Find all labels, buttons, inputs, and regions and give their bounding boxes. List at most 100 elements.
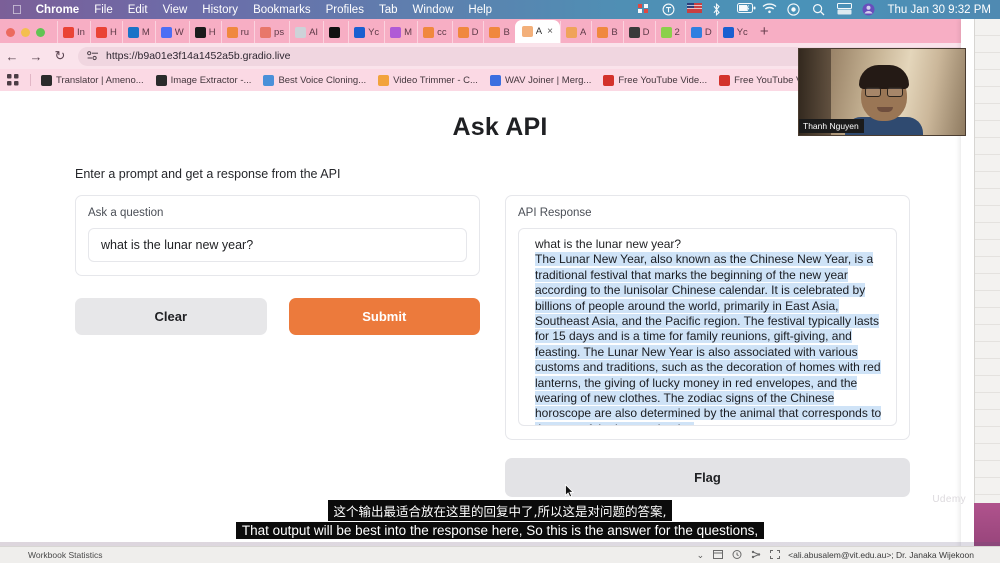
browser-tab[interactable]: [323, 21, 348, 43]
tab-label: 2: [674, 26, 680, 38]
api-response-panel: API Response what is the lunar new year?…: [505, 195, 910, 440]
tab-label: M: [404, 26, 413, 38]
browser-tab[interactable]: AI: [289, 21, 323, 43]
workbook-statistics-label[interactable]: Workbook Statistics: [28, 550, 102, 560]
bookmark-item[interactable]: Free YouTube Vide...: [597, 74, 713, 86]
browser-tab[interactable]: M: [121, 21, 155, 43]
menu-item-history[interactable]: History: [202, 4, 238, 16]
browser-tab[interactable]: B: [591, 21, 622, 43]
browser-tab[interactable]: W: [154, 21, 189, 43]
clear-button[interactable]: Clear: [75, 298, 267, 335]
subtitle-overlay: 这个输出最适合放在这里的回复中了,所以这是对问题的答案, That output…: [0, 500, 1000, 540]
tabs-container[interactable]: In H M W Hru ps AI Yc Mcc D B A × A B D 2 D Yc +: [57, 19, 972, 43]
tab-favicon-icon: [226, 26, 238, 38]
browser-tab[interactable]: H: [89, 21, 122, 43]
browser-tab[interactable]: Yc: [716, 21, 753, 43]
status-bar-view-icons: ⌄: [697, 549, 781, 561]
tab-label: M: [141, 26, 150, 38]
close-window-button[interactable]: [6, 28, 15, 37]
menu-item-profiles[interactable]: Profiles: [326, 4, 364, 16]
tab-favicon-icon: [660, 26, 672, 38]
menu-item-view[interactable]: View: [163, 4, 188, 16]
url-text[interactable]: https://b9a01e3f14a1452a5b.gradio.live: [106, 50, 290, 62]
tab-favicon-icon: [194, 26, 206, 38]
browser-tab[interactable]: B: [483, 21, 514, 43]
grid-red-icon[interactable]: [637, 3, 651, 16]
menu-item-help[interactable]: Help: [468, 4, 492, 16]
fullscreen-icon[interactable]: [770, 549, 781, 561]
browser-tab[interactable]: D: [684, 21, 717, 43]
flag-icon[interactable]: [687, 3, 703, 16]
browser-tab[interactable]: D: [622, 21, 655, 43]
menu-item-window[interactable]: Window: [413, 4, 454, 16]
browser-tab[interactable]: D: [451, 21, 484, 43]
back-button[interactable]: ←: [0, 49, 24, 64]
menu-bar-status-items: Thu Jan 30 9:32 PM: [637, 2, 991, 17]
wifi-icon[interactable]: [762, 3, 777, 16]
tab-label: AI: [309, 26, 319, 38]
control-center-icon[interactable]: [787, 3, 801, 16]
tab-label: A: [579, 26, 587, 38]
circle-t-icon[interactable]: [662, 3, 676, 16]
site-settings-icon[interactable]: [87, 50, 99, 62]
browser-tab[interactable]: In: [57, 21, 90, 43]
apple-icon[interactable]: : [12, 3, 22, 16]
normal-view-icon[interactable]: [713, 549, 724, 561]
tab-label: H: [208, 26, 216, 38]
tab-favicon-icon: [457, 26, 469, 38]
bookmark-item[interactable]: Translator | Ameno...: [35, 74, 150, 86]
menu-item-edit[interactable]: Edit: [128, 4, 148, 16]
input-column: Ask a question what is the lunar new yea…: [75, 195, 480, 335]
battery-icon[interactable]: [737, 3, 756, 16]
webcam-name-label: Thanh Nguyen: [799, 119, 864, 133]
bookmark-item[interactable]: WAV Joiner | Merg...: [484, 74, 597, 86]
forward-button[interactable]: →: [24, 49, 48, 64]
question-input[interactable]: what is the lunar new year?: [88, 228, 467, 262]
bookmark-label: WAV Joiner | Merg...: [504, 74, 592, 86]
bookmark-item[interactable]: Best Voice Cloning...: [257, 74, 372, 86]
menu-item-file[interactable]: File: [94, 4, 113, 16]
bluetooth-icon[interactable]: [712, 2, 726, 17]
tab-favicon-icon: [597, 26, 609, 38]
apps-grid-icon[interactable]: [0, 74, 26, 86]
browser-tab[interactable]: 2: [654, 21, 685, 43]
browser-tab-active[interactable]: A ×: [514, 20, 560, 43]
bookmark-item[interactable]: Image Extractor -...: [150, 74, 258, 86]
browser-tab[interactable]: A: [559, 21, 591, 43]
submit-button[interactable]: Submit: [288, 298, 480, 335]
reload-button[interactable]: ↻: [48, 48, 72, 64]
maximize-window-button[interactable]: [36, 28, 45, 37]
browser-tab[interactable]: cc: [417, 21, 452, 43]
tab-favicon-icon: [423, 26, 435, 38]
page-layout-icon[interactable]: [732, 549, 742, 561]
macos-menu-bar:  Chrome File Edit View History Bookmark…: [0, 0, 1000, 19]
bookmark-item[interactable]: Video Trimmer - C...: [372, 74, 484, 86]
new-tab-button[interactable]: +: [753, 23, 776, 43]
webcam-overlay[interactable]: Thanh Nguyen: [798, 48, 966, 136]
user-icon[interactable]: [862, 3, 876, 16]
bookmarks-container: Translator | Ameno... Image Extractor -..…: [35, 74, 829, 86]
tab-label: In: [77, 26, 85, 38]
chevron-down-icon[interactable]: ⌄: [697, 550, 705, 561]
browser-tab[interactable]: ru: [220, 21, 254, 43]
webcam-person-hair: [859, 65, 909, 89]
page-break-icon[interactable]: [751, 550, 761, 561]
tab-label: D: [704, 26, 712, 38]
tab-label: W: [174, 26, 184, 38]
browser-tab[interactable]: Yc: [348, 21, 384, 43]
bookmark-label: Image Extractor -...: [170, 74, 252, 86]
menu-item-chrome[interactable]: Chrome: [36, 4, 79, 16]
api-response-text[interactable]: what is the lunar new year? The Lunar Ne…: [518, 228, 897, 426]
search-icon[interactable]: [812, 3, 826, 16]
minimize-window-button[interactable]: [21, 28, 30, 37]
menu-item-tab[interactable]: Tab: [379, 4, 398, 16]
display-icon[interactable]: [837, 3, 853, 16]
window-traffic-lights[interactable]: [6, 28, 45, 43]
tab-close-icon[interactable]: ×: [547, 26, 553, 37]
browser-tab[interactable]: ps: [254, 21, 289, 43]
menu-bar-clock[interactable]: Thu Jan 30 9:32 PM: [887, 4, 991, 16]
browser-tab[interactable]: M: [384, 21, 417, 43]
menu-item-bookmarks[interactable]: Bookmarks: [253, 4, 311, 16]
browser-tab[interactable]: H: [188, 21, 221, 43]
response-answer-text: The Lunar New Year, also known as the Ch…: [535, 252, 882, 425]
